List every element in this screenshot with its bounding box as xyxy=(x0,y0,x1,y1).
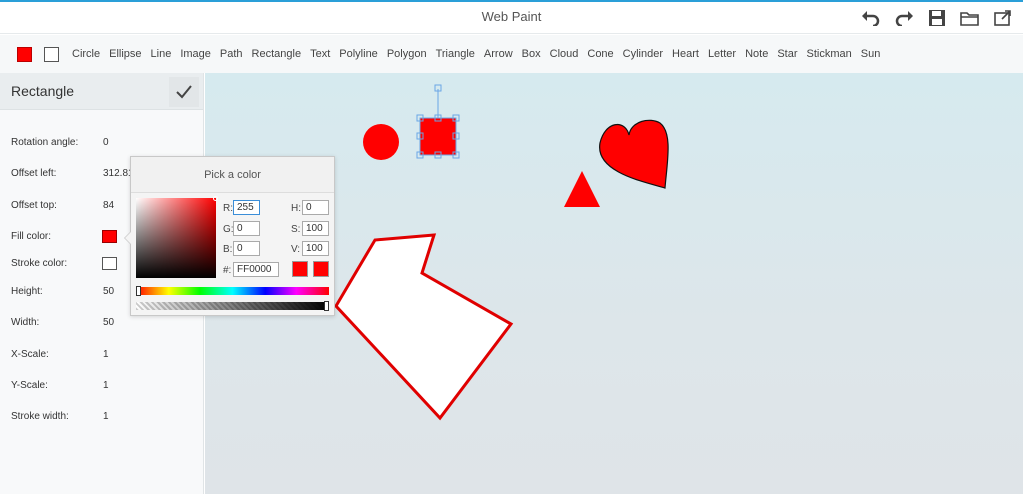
s-input[interactable]: 100 xyxy=(302,221,329,236)
open-folder-icon[interactable] xyxy=(958,8,982,28)
tool-polygon[interactable]: Polygon xyxy=(387,48,427,60)
offset-top-value[interactable]: 84 xyxy=(103,200,114,211)
canvas-circle[interactable] xyxy=(363,124,399,160)
rotation-label: Rotation angle: xyxy=(11,137,79,148)
canvas-triangle[interactable] xyxy=(564,171,600,207)
tool-circle[interactable]: Circle xyxy=(72,48,100,60)
tool-cylinder[interactable]: Cylinder xyxy=(623,48,663,60)
stroke-color-label: Stroke color: xyxy=(11,258,68,269)
tool-line[interactable]: Line xyxy=(151,48,172,60)
h-label: H: xyxy=(291,203,301,214)
b-input[interactable]: 0 xyxy=(233,241,260,256)
y-scale-label: Y-Scale: xyxy=(11,380,48,391)
tool-path[interactable]: Path xyxy=(220,48,243,60)
tool-cone[interactable]: Cone xyxy=(587,48,613,60)
color-picker-title: Pick a color xyxy=(131,157,334,193)
hue-slider-handle[interactable] xyxy=(136,286,141,296)
fill-color-swatch[interactable] xyxy=(17,46,32,62)
confirm-button[interactable] xyxy=(169,77,199,107)
stroke-width-label: Stroke width: xyxy=(11,411,69,422)
alpha-slider-handle[interactable] xyxy=(324,301,329,311)
canvas-arrow[interactable] xyxy=(334,233,514,421)
tool-letter[interactable]: Letter xyxy=(708,48,736,60)
color-picker-popup: Pick a color R: 255 G: 0 B: 0 #: FF0000 … xyxy=(124,156,335,316)
g-label: G: xyxy=(223,224,234,235)
v-label: V: xyxy=(291,244,301,255)
title-actions xyxy=(859,8,1015,28)
tool-triangle[interactable]: Triangle xyxy=(436,48,475,60)
tool-box[interactable]: Box xyxy=(522,48,541,60)
old-color-preview[interactable] xyxy=(313,261,329,277)
offset-left-value[interactable]: 312.81 xyxy=(103,168,134,179)
rotation-value[interactable]: 0 xyxy=(103,137,109,148)
offset-left-label: Offset left: xyxy=(11,168,57,179)
hue-slider[interactable] xyxy=(136,286,329,296)
export-icon[interactable] xyxy=(991,8,1015,28)
tool-rectangle[interactable]: Rectangle xyxy=(252,48,302,60)
hex-input[interactable]: FF0000 xyxy=(233,262,279,277)
h-input[interactable]: 0 xyxy=(302,200,329,215)
width-value[interactable]: 50 xyxy=(103,317,114,328)
tool-heart[interactable]: Heart xyxy=(672,48,699,60)
shape-toolbar: Circle Ellipse Line Image Path Rectangle… xyxy=(0,35,1023,73)
x-scale-value[interactable]: 1 xyxy=(103,349,109,360)
save-icon[interactable] xyxy=(925,8,949,28)
panel-header: Rectangle xyxy=(0,73,203,110)
canvas-heart[interactable] xyxy=(599,119,669,189)
tool-arrow[interactable]: Arrow xyxy=(484,48,513,60)
offset-top-label: Offset top: xyxy=(11,200,57,211)
r-input[interactable]: 255 xyxy=(233,200,260,215)
fill-color-label: Fill color: xyxy=(11,231,52,242)
saturation-value-area[interactable] xyxy=(136,196,218,278)
checkmark-icon xyxy=(176,85,192,99)
tool-polyline[interactable]: Polyline xyxy=(339,48,378,60)
v-input[interactable]: 100 xyxy=(302,241,329,256)
tool-cloud[interactable]: Cloud xyxy=(550,48,579,60)
r-label: R: xyxy=(223,203,233,214)
s-label: S: xyxy=(291,224,301,235)
tool-star[interactable]: Star xyxy=(777,48,797,60)
sv-cursor[interactable] xyxy=(213,196,218,201)
tool-note[interactable]: Note xyxy=(745,48,768,60)
tool-image[interactable]: Image xyxy=(180,48,211,60)
b-label: B: xyxy=(223,244,233,255)
undo-icon[interactable] xyxy=(859,8,883,28)
redo-icon[interactable] xyxy=(892,8,916,28)
height-value[interactable]: 50 xyxy=(103,286,114,297)
hex-label: #: xyxy=(223,265,232,276)
panel-title: Rectangle xyxy=(11,83,75,99)
stroke-color-input[interactable] xyxy=(102,257,117,270)
y-scale-value[interactable]: 1 xyxy=(103,380,109,391)
canvas-rectangle-selected[interactable] xyxy=(416,84,460,159)
g-input[interactable]: 0 xyxy=(233,221,260,236)
height-label: Height: xyxy=(11,286,43,297)
new-color-preview xyxy=(292,261,308,277)
tool-sun[interactable]: Sun xyxy=(861,48,881,60)
tool-ellipse[interactable]: Ellipse xyxy=(109,48,141,60)
fill-color-input[interactable] xyxy=(102,230,117,243)
title-bar: Web Paint xyxy=(0,2,1023,34)
tool-stickman[interactable]: Stickman xyxy=(807,48,852,60)
alpha-slider[interactable] xyxy=(136,301,329,311)
width-label: Width: xyxy=(11,317,40,328)
x-scale-label: X-Scale: xyxy=(11,349,49,360)
tool-text[interactable]: Text xyxy=(310,48,330,60)
stroke-width-value[interactable]: 1 xyxy=(103,411,109,422)
stroke-color-swatch[interactable] xyxy=(44,46,59,62)
